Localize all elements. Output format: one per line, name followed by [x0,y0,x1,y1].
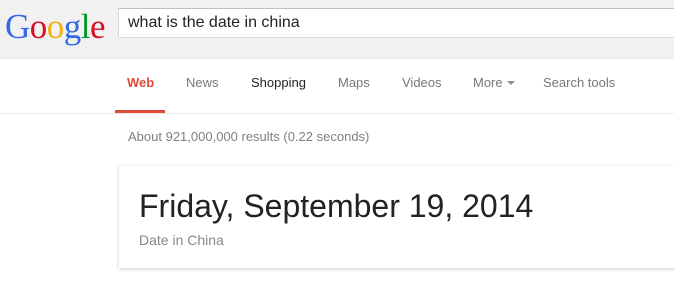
answer-caption: Date in China [139,232,224,248]
logo-letter-g2: g [63,7,82,46]
logo-letter-e: e [90,7,106,46]
search-input[interactable] [128,9,668,37]
tab-maps[interactable]: Maps [338,75,370,90]
logo-letter-l: l [80,7,91,46]
tab-more-label: More [473,75,503,90]
tab-more[interactable]: More [473,75,515,90]
top-bar: Google [0,0,674,59]
google-logo[interactable]: Google [5,7,106,46]
tab-search-tools[interactable]: Search tools [543,75,615,90]
tab-videos[interactable]: Videos [402,75,442,90]
results-count: About 921,000,000 results (0.22 seconds) [128,129,370,144]
logo-letter-o2: o [46,7,65,46]
logo-letter-o1: o [29,7,48,46]
answer-date: Friday, September 19, 2014 [139,188,534,224]
active-tab-indicator [115,110,165,113]
tab-web[interactable]: Web [127,75,154,90]
tab-news[interactable]: News [186,75,219,90]
answer-card: Friday, September 19, 2014 Date in China [119,166,674,268]
search-box[interactable] [118,8,674,38]
search-tabs: Web News Shopping Maps Videos More Searc… [0,59,674,114]
tab-shopping[interactable]: Shopping [251,75,306,90]
chevron-down-icon [506,80,515,85]
logo-letter-g: G [5,7,30,46]
